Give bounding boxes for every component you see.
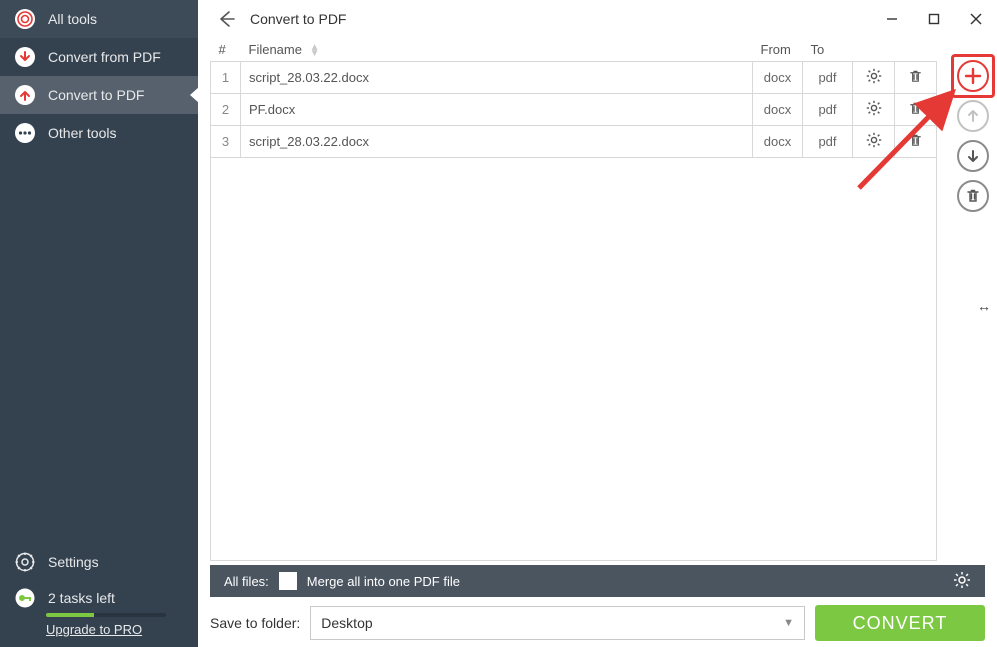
row-delete-button[interactable] bbox=[895, 94, 937, 126]
cell-filename: script_28.03.22.docx bbox=[241, 62, 753, 94]
topbar: Convert to PDF bbox=[198, 0, 997, 38]
trash-icon bbox=[908, 69, 923, 84]
resize-handle-icon[interactable]: ↔ bbox=[977, 298, 991, 314]
tasks-remaining: 2 tasks left Upgrade to PRO bbox=[0, 581, 198, 647]
gear-icon bbox=[866, 100, 882, 116]
row-settings-button[interactable] bbox=[853, 62, 895, 94]
trash-icon bbox=[908, 101, 923, 116]
row-delete-button[interactable] bbox=[895, 62, 937, 94]
gear-icon bbox=[866, 68, 882, 84]
add-file-button[interactable] bbox=[957, 60, 989, 92]
cell-from: docx bbox=[753, 62, 803, 94]
merge-bar: All files: Merge all into one PDF file bbox=[210, 565, 985, 597]
bottom-bar: Save to folder: Desktop ▼ CONVERT bbox=[198, 597, 997, 647]
nav-label: All tools bbox=[48, 11, 97, 27]
row-settings-button[interactable] bbox=[853, 126, 895, 158]
maximize-button[interactable] bbox=[913, 0, 955, 38]
gear-icon bbox=[14, 551, 36, 573]
key-circle-icon bbox=[14, 587, 36, 609]
back-button[interactable] bbox=[212, 5, 240, 33]
move-down-button[interactable] bbox=[957, 140, 989, 172]
all-files-settings-button[interactable] bbox=[953, 571, 971, 592]
file-table: # Filename ▲▼ From To 1script_28.03.22.d… bbox=[210, 38, 937, 158]
cell-to: pdf bbox=[803, 62, 853, 94]
cell-num: 1 bbox=[211, 62, 241, 94]
nav-label: Convert from PDF bbox=[48, 49, 161, 65]
delete-selected-button[interactable] bbox=[957, 180, 989, 212]
col-header-filename-text: Filename bbox=[249, 42, 302, 57]
sort-icon: ▲▼ bbox=[310, 45, 320, 57]
nav-item-convert-to-pdf[interactable]: Convert to PDF bbox=[0, 76, 198, 114]
col-header-from[interactable]: From bbox=[753, 38, 803, 62]
sidebar-bottom: Settings 2 tasks left Upgrade to PRO bbox=[0, 543, 198, 647]
cell-num: 3 bbox=[211, 126, 241, 158]
dots-circle-icon bbox=[14, 122, 36, 144]
convert-button[interactable]: CONVERT bbox=[815, 605, 985, 641]
minimize-button[interactable] bbox=[871, 0, 913, 38]
tasks-label: 2 tasks left bbox=[48, 590, 115, 606]
table-empty-area bbox=[210, 157, 937, 561]
cell-num: 2 bbox=[211, 94, 241, 126]
swirl-icon bbox=[14, 8, 36, 30]
table-row[interactable]: 1script_28.03.22.docxdocxpdf bbox=[211, 62, 937, 94]
col-header-filename[interactable]: Filename ▲▼ bbox=[241, 38, 753, 62]
page-title: Convert to PDF bbox=[250, 11, 346, 27]
nav-item-convert-from-pdf[interactable]: Convert from PDF bbox=[0, 38, 198, 76]
tasks-progress-bar bbox=[46, 613, 166, 617]
settings-button[interactable]: Settings bbox=[0, 543, 198, 581]
cell-from: docx bbox=[753, 126, 803, 158]
table-row[interactable]: 2PF.docxdocxpdf bbox=[211, 94, 937, 126]
trash-icon bbox=[908, 133, 923, 148]
gear-icon bbox=[866, 132, 882, 148]
row-settings-button[interactable] bbox=[853, 94, 895, 126]
cell-from: docx bbox=[753, 94, 803, 126]
nav-item-other-tools[interactable]: Other tools bbox=[0, 114, 198, 152]
file-table-area: # Filename ▲▼ From To 1script_28.03.22.d… bbox=[198, 38, 949, 561]
row-delete-button[interactable] bbox=[895, 126, 937, 158]
cell-filename: script_28.03.22.docx bbox=[241, 126, 753, 158]
nav-list: All tools Convert from PDF Convert to PD… bbox=[0, 0, 198, 543]
cell-to: pdf bbox=[803, 126, 853, 158]
col-header-to[interactable]: To bbox=[803, 38, 853, 62]
settings-label: Settings bbox=[48, 554, 99, 570]
save-to-folder-label: Save to folder: bbox=[210, 615, 300, 631]
window-controls bbox=[871, 0, 997, 38]
merge-checkbox[interactable] bbox=[279, 572, 297, 590]
move-up-button[interactable] bbox=[957, 100, 989, 132]
all-files-label: All files: bbox=[224, 574, 269, 589]
nav-label: Convert to PDF bbox=[48, 87, 144, 103]
folder-select-value: Desktop bbox=[321, 615, 372, 631]
nav-item-all-tools[interactable]: All tools bbox=[0, 0, 198, 38]
table-row[interactable]: 3script_28.03.22.docxdocxpdf bbox=[211, 126, 937, 158]
chevron-down-icon: ▼ bbox=[783, 617, 794, 629]
main-panel: Convert to PDF # Filename ▲▼ bbox=[198, 0, 997, 647]
sidebar: All tools Convert from PDF Convert to PD… bbox=[0, 0, 198, 647]
col-header-num[interactable]: # bbox=[211, 38, 241, 62]
folder-select[interactable]: Desktop ▼ bbox=[310, 606, 805, 640]
cell-filename: PF.docx bbox=[241, 94, 753, 126]
merge-label: Merge all into one PDF file bbox=[307, 574, 460, 589]
arrow-down-circle-icon bbox=[14, 46, 36, 68]
close-button[interactable] bbox=[955, 0, 997, 38]
arrow-up-circle-icon bbox=[14, 84, 36, 106]
upgrade-link[interactable]: Upgrade to PRO bbox=[46, 622, 142, 637]
nav-label: Other tools bbox=[48, 125, 116, 141]
cell-to: pdf bbox=[803, 94, 853, 126]
